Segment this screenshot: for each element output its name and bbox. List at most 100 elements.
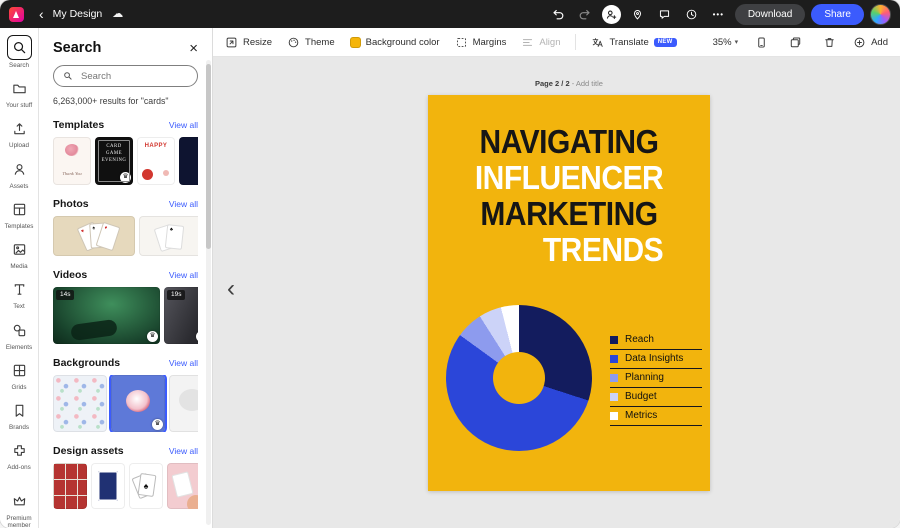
plus-circle-icon [853,36,866,49]
sidebar-item-your-stuff[interactable]: Your stuff [0,77,38,109]
zoom-control[interactable]: 35% ▾ [713,37,739,48]
add-page-button[interactable]: Add [853,36,888,49]
poster[interactable]: NAVIGATING INFLUENCER MARKETING TRENDS R… [428,95,710,491]
background-thumbnail[interactable] [53,375,107,432]
background-thumbnail-selected[interactable]: ♛ [111,375,165,432]
theme-palette-icon [287,36,300,49]
version-history-button[interactable] [681,4,702,25]
design-asset-thumbnail[interactable] [167,463,198,509]
video-thumbnail[interactable]: 19s ♛ [164,287,198,344]
decor-shape [142,169,153,180]
legend-item: Metrics [610,407,702,426]
invite-collaborators-button[interactable] [602,5,621,24]
media-image-icon [8,238,31,261]
poster-title-block[interactable]: NAVIGATING INFLUENCER MARKETING TRENDS [428,95,710,269]
sidebar-item-add-ons[interactable]: Add-ons [0,439,38,471]
delete-page-button[interactable] [819,32,840,53]
add-title-label[interactable]: - Add title [572,79,603,88]
user-avatar[interactable] [870,4,891,25]
sidebar-item-search[interactable]: Search [0,35,38,69]
legend-label: Data Insights [625,353,683,364]
sidebar-item-text[interactable]: Text [0,278,38,310]
spade-icon: ♠ [144,481,149,491]
panel-scrollbar-thumb[interactable] [206,64,211,249]
legend-item: Data Insights [610,350,702,369]
template-thumbnail[interactable]: HAPPY [137,137,175,185]
sidebar-item-premium-member[interactable]: Premium member [0,490,38,528]
section-title-videos: Videos [53,269,87,281]
tool-label: Align [539,37,560,48]
photos-view-all-link[interactable]: View all [169,199,198,209]
new-badge: NEW [654,38,677,47]
background-thumbnail[interactable] [169,375,198,432]
undo-icon [551,7,565,21]
design-asset-thumbnail[interactable] [53,463,87,509]
theme-button[interactable]: Theme [287,36,335,49]
more-options-button[interactable]: ••• [708,4,729,25]
poster-line[interactable]: TRENDS [462,231,744,271]
redo-button[interactable] [575,4,596,25]
adobe-express-logo-icon[interactable] [9,7,24,22]
design-asset-thumbnail[interactable]: ♠ [129,463,163,509]
sidebar-item-upload[interactable]: Upload [0,117,38,149]
translate-button[interactable]: Translate NEW [591,36,676,49]
photo-thumbnail[interactable]: ♥ ♠ ♦ [53,216,135,256]
templates-view-all-link[interactable]: View all [169,120,198,130]
resize-icon [225,36,238,49]
sidebar-item-media[interactable]: Media [0,238,38,270]
video-thumbnail[interactable]: 14s ♛ [53,287,160,344]
playing-card [171,471,193,497]
comment-icon [658,8,671,21]
preview-device-button[interactable] [751,32,772,53]
poster-line[interactable]: MARKETING [428,195,710,235]
document-title[interactable]: My Design [53,8,103,20]
templates-row: Thank You Card Game Evening ♛ HAPPY [53,137,198,185]
margins-button[interactable]: Margins [455,36,507,49]
design-asset-thumbnail[interactable] [91,463,125,509]
template-thumbnail[interactable]: Card Game Evening ♛ [95,137,133,185]
share-button[interactable]: Share [811,4,864,25]
videos-view-all-link[interactable]: View all [169,270,198,280]
poster-line[interactable]: NAVIGATING [428,123,710,163]
close-icon[interactable]: × [189,41,198,56]
duplicate-page-button[interactable] [785,32,806,53]
template-thumbnail[interactable]: Thank You [53,137,91,185]
premium-crown-icon: ♛ [147,331,158,342]
location-pin-button[interactable] [627,4,648,25]
sidebar-item-grids[interactable]: Grids [0,359,38,391]
background-color-button[interactable]: Background color [350,37,440,48]
sidebar-item-label: Media [10,263,27,270]
crown-icon [8,490,31,513]
resize-button[interactable]: Resize [225,36,272,49]
tool-label: Theme [305,37,335,48]
section-title-photos: Photos [53,198,89,210]
backgrounds-view-all-link[interactable]: View all [169,358,198,368]
zoom-level: 35% [713,37,732,48]
background-color-swatch [350,37,361,48]
sidebar-item-label: Add-ons [7,464,30,471]
undo-button[interactable] [548,4,569,25]
sidebar-item-label: Elements [6,344,32,351]
photo-thumbnail[interactable]: ♣ [139,216,198,256]
comments-button[interactable] [654,4,675,25]
legend-label: Metrics [625,410,657,421]
search-input[interactable] [79,70,188,83]
redo-icon [578,7,592,21]
sidebar-item-elements[interactable]: Elements [0,319,38,351]
back-chevron-icon[interactable]: ‹ [39,7,44,21]
template-thumbnail[interactable] [179,137,198,185]
decor-shape [70,319,118,341]
chevron-down-icon: ▾ [735,38,739,46]
poster-line[interactable]: INFLUENCER [428,159,710,199]
design-assets-view-all-link[interactable]: View all [169,446,198,456]
sidebar-item-brands[interactable]: Brands [0,399,38,431]
donut-chart[interactable] [446,305,592,451]
sidebar-item-assets[interactable]: Assets [0,158,38,190]
download-button[interactable]: Download [735,4,805,25]
chart-legend[interactable]: Reach Data Insights Planning Budget Metr… [610,331,702,426]
person-icon [8,158,31,181]
legend-swatch [610,336,618,344]
previous-page-button[interactable]: ‹ [227,277,235,301]
page-indicator[interactable]: Page 2 / 2 - Add title [535,79,603,88]
sidebar-item-templates[interactable]: Templates [0,198,38,230]
